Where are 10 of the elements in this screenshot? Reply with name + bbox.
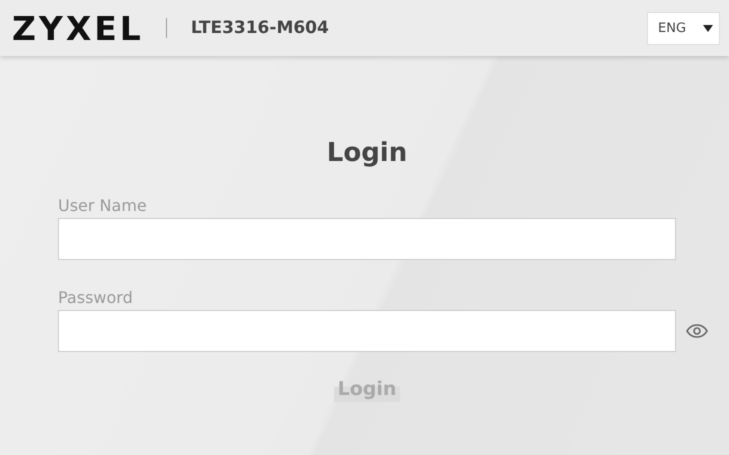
logo: ZYXEL xyxy=(12,8,144,48)
model-name: LTE3316-M604 xyxy=(190,18,329,38)
username-field[interactable] xyxy=(58,218,676,260)
login-title: Login xyxy=(326,138,408,168)
caret-icon xyxy=(703,24,713,32)
field-label: User Name xyxy=(58,196,148,217)
language-select[interactable]: ENG xyxy=(647,12,720,44)
password-field[interactable] xyxy=(58,310,676,352)
eye-icon[interactable] xyxy=(686,324,708,338)
field-label: Password xyxy=(58,288,134,309)
